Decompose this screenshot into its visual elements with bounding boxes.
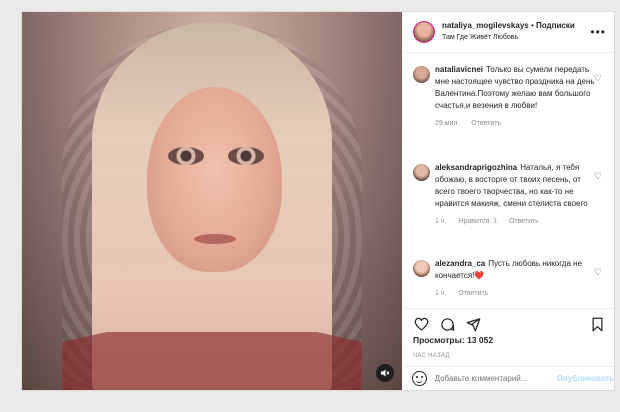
author-username[interactable]: nataliya_mogilevskays	[442, 21, 529, 30]
bookmark-icon[interactable]	[589, 316, 605, 332]
comment-meta: 1 ч. Ответить	[435, 288, 595, 300]
comment-icon-graphic	[440, 317, 454, 331]
post-time[interactable]: ЧАС НАЗАД	[413, 353, 450, 359]
comment-body: aleksandraprigozhina Наталья, я тебя обож…	[435, 162, 595, 228]
post-header: nataliya_mogilevskays • Подписки Там Где…	[403, 12, 614, 53]
more-horizontal-icon[interactable]: •••	[590, 25, 606, 39]
comment-icon[interactable]	[439, 316, 455, 332]
video-person-right-eye	[228, 147, 264, 165]
bookmark-icon-graphic	[592, 317, 602, 331]
comment-input[interactable]	[434, 374, 551, 383]
comment-avatar[interactable]	[413, 260, 430, 277]
speaker-muted-icon[interactable]	[376, 364, 394, 382]
follow-button[interactable]: Подписки	[536, 21, 575, 30]
post-video[interactable]	[22, 12, 402, 390]
view-count[interactable]: Просмотры: 13 052	[413, 335, 493, 345]
comment-username[interactable]: alezandra_ca	[435, 259, 485, 268]
heart-icon[interactable]	[413, 316, 429, 332]
publish-button[interactable]: Опубликовать	[557, 374, 614, 383]
header-text: nataliya_mogilevskays • Подписки Там Где…	[442, 20, 602, 44]
video-person-mouth	[194, 234, 236, 244]
comment-meta: 1 ч. Нравится: 1 Ответить	[435, 216, 595, 228]
heart-icon[interactable]: ♡	[594, 73, 602, 84]
reply-button[interactable]: Ответить	[471, 120, 501, 127]
comment-meta: 29 мин. Ответить	[435, 118, 595, 130]
reply-button[interactable]: Ответить	[458, 290, 488, 297]
comment-body: alezandra_ca Пусть любовь никогда не конч…	[435, 258, 595, 300]
speaker-muted-icon-graphic	[381, 369, 390, 377]
comment-time[interactable]: 1 ч.	[435, 290, 446, 297]
comment-time[interactable]: 29 мин.	[435, 120, 459, 127]
header-line: nataliya_mogilevskays • Подписки	[442, 20, 602, 32]
comment-likes[interactable]: Нравится: 1	[458, 218, 497, 225]
action-bar	[403, 308, 614, 338]
emoji-icon[interactable]	[412, 371, 427, 386]
paper-plane-icon-graphic	[466, 317, 480, 331]
comment-username[interactable]: aleksandraprigozhina	[435, 163, 517, 172]
post-location[interactable]: Там Где Живёт Любовь	[442, 32, 602, 44]
heart-icon[interactable]: ♡	[594, 267, 602, 278]
paper-plane-icon[interactable]	[465, 316, 481, 332]
post-sidebar: nataliya_mogilevskays • Подписки Там Где…	[403, 12, 614, 390]
instagram-post: nataliya_mogilevskays • Подписки Там Где…	[21, 11, 615, 391]
comment-avatar[interactable]	[413, 164, 430, 181]
comment-time[interactable]: 1 ч.	[435, 218, 446, 225]
comment-avatar[interactable]	[413, 66, 430, 83]
separator-dot: •	[530, 21, 534, 30]
heart-icon-graphic	[414, 317, 428, 331]
comment-body: nataliavicnei Только вы сумели передать м…	[435, 64, 595, 130]
video-person-left-eye	[168, 147, 204, 165]
author-avatar[interactable]	[413, 21, 435, 43]
comment-username[interactable]: nataliavicnei	[435, 65, 483, 74]
reply-button[interactable]: Ответить	[509, 218, 539, 225]
comments-list[interactable]: nataliavicnei Только вы сумели передать м…	[403, 54, 614, 306]
heart-icon[interactable]: ♡	[594, 171, 602, 182]
video-person-face	[147, 87, 282, 272]
add-comment-bar: Опубликовать	[403, 366, 614, 390]
